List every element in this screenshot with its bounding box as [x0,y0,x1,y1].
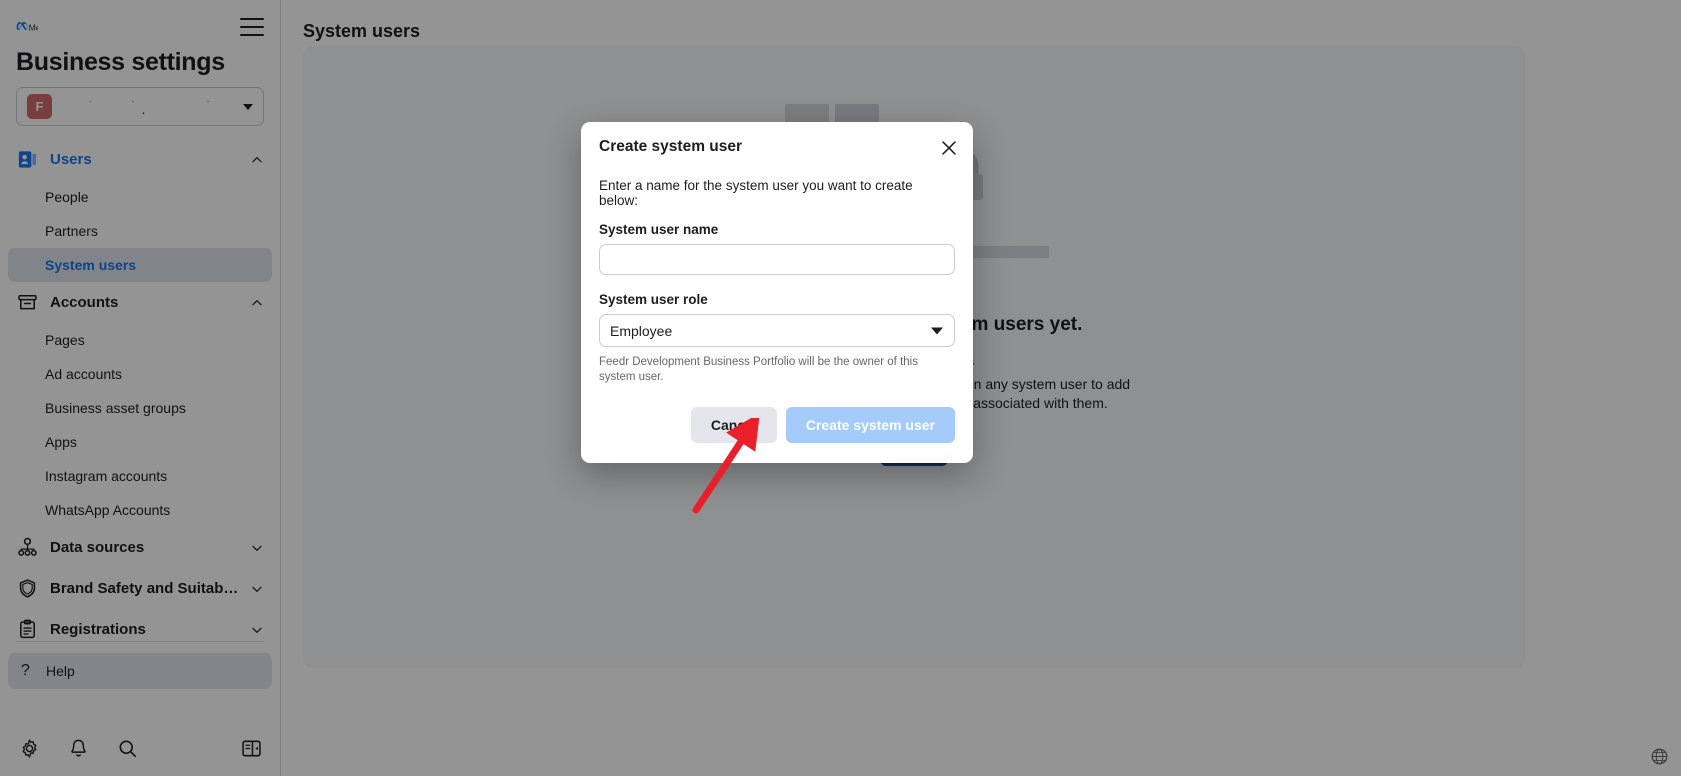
system-user-name-input[interactable] [599,244,955,275]
system-user-role-select[interactable]: Employee [599,314,955,347]
dialog-title: Create system user [599,138,743,155]
dialog-body: Enter a name for the system user you wan… [581,170,973,385]
system-user-role-label: System user role [599,292,708,307]
cancel-button[interactable]: Cancel [690,407,777,443]
dialog-description: Enter a name for the system user you wan… [599,178,913,208]
create-system-user-button: Create system user [785,407,955,443]
field-spacer [599,275,955,292]
create-system-user-dialog: Create system user Enter a name for the … [581,122,973,463]
system-user-role-select-wrap: Employee [599,314,955,347]
dialog-header: Create system user [581,122,973,170]
owner-helper-text: Feedr Development Business Portfolio wil… [599,356,918,383]
dialog-footer: Cancel Create system user [581,385,973,463]
system-user-name-label: System user name [599,222,719,237]
close-icon[interactable] [938,137,960,159]
screen-root: Meta Business settings F Feedr Developme… [0,0,1681,776]
